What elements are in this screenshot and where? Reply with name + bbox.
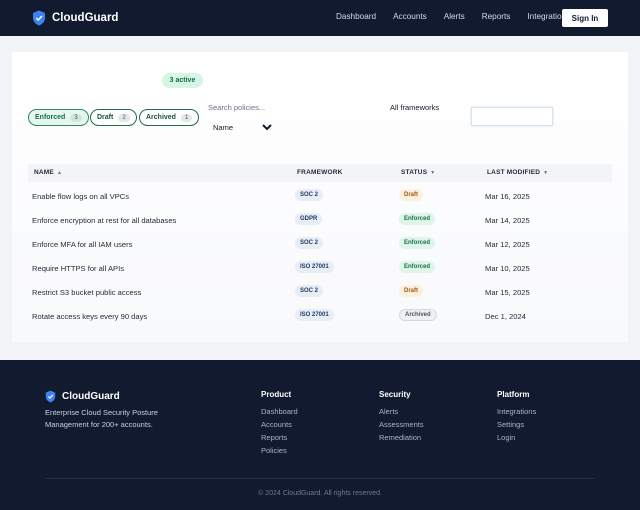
column-framework-header: FRAMEWORK [297, 169, 343, 176]
last-modified: Dec 1, 2024 [485, 312, 526, 321]
filter-draft[interactable]: Draft 2 [90, 109, 137, 126]
search-input[interactable] [208, 101, 368, 113]
shield-icon [33, 10, 45, 26]
framework-badge: SOC 2 [295, 237, 324, 249]
column-modified-label: LAST MODIFIED [487, 169, 541, 176]
footer-link-reports[interactable]: Reports [261, 433, 298, 442]
footer-link-assessments[interactable]: Assessments [379, 420, 424, 429]
status-badge: Enforced [399, 261, 436, 273]
footer-tagline: Enterprise Cloud Security Posture Manage… [45, 408, 158, 429]
table-row[interactable]: Enforce MFA for all IAM users SOC 2 Enfo… [28, 232, 612, 256]
status-badge: Draft [399, 285, 424, 297]
column-status-header[interactable]: STATUS ▼ [401, 169, 435, 176]
table-row[interactable]: Enforce encryption at rest for all datab… [28, 208, 612, 232]
active-count-badge: 3 active [162, 73, 203, 88]
footer-brand-name: CloudGuard [62, 391, 120, 402]
footer-column-title: Platform [497, 390, 530, 399]
policy-name: Rotate access keys every 90 days [32, 312, 148, 321]
policy-name: Enable flow logs on all VPCs [32, 192, 130, 201]
footer-link-dashboard[interactable]: Dashboard [261, 407, 298, 416]
last-modified: Mar 16, 2025 [485, 192, 530, 201]
sign-in-button[interactable]: Sign In [562, 9, 608, 27]
policy-name: Enforce encryption at rest for all datab… [32, 216, 177, 225]
framework-filter-label: All frameworks [390, 103, 440, 112]
sort-select[interactable]: Name [209, 121, 275, 133]
column-status-label: STATUS [401, 169, 428, 176]
filter-count: 2 [118, 113, 130, 122]
shield-icon [45, 390, 56, 403]
policy-name: Enforce MFA for all IAM users [32, 240, 133, 249]
filter-count: 3 [70, 113, 82, 122]
last-modified: Mar 10, 2025 [485, 264, 530, 273]
status-badge: Archived [399, 309, 437, 321]
framework-badge: SOC 2 [295, 285, 324, 297]
column-modified-header[interactable]: LAST MODIFIED ▼ [487, 169, 548, 176]
policy-name: Require HTTPS for all APIs [32, 264, 124, 273]
table-row[interactable]: Enable flow logs on all VPCs SOC 2 Draft… [28, 184, 612, 208]
footer-column-security: Security Alerts Assessments Remediation [379, 390, 424, 446]
nav-accounts[interactable]: Accounts [393, 12, 427, 21]
main-nav: Dashboard Accounts Alerts Reports Integr… [336, 12, 587, 21]
filter-count: 1 [180, 113, 193, 122]
column-name-header[interactable]: NAME ▲ [34, 169, 62, 176]
framework-badge: GDPR [295, 213, 323, 225]
framework-badge: ISO 27001 [295, 261, 334, 273]
brand-logo[interactable]: CloudGuard [32, 10, 118, 26]
policy-name: Restrict S3 bucket public access [32, 288, 142, 297]
footer-link-settings[interactable]: Settings [497, 420, 536, 429]
footer-link-accounts[interactable]: Accounts [261, 420, 298, 429]
footer-link-policies[interactable]: Policies [261, 446, 298, 455]
filter-icon: ▼ [430, 170, 436, 176]
footer-brand[interactable]: CloudGuard [45, 390, 120, 403]
footer-link-remediation[interactable]: Remediation [379, 433, 424, 442]
filter-enforced[interactable]: Enforced 3 [28, 109, 89, 126]
filter-label: Archived [146, 114, 176, 121]
copyright: © 2024 CloudGuard. All rights reserved. [258, 490, 382, 497]
nav-dashboard[interactable]: Dashboard [336, 12, 376, 21]
nav-reports[interactable]: Reports [482, 12, 511, 21]
filter-archived[interactable]: Archived 1 [139, 109, 200, 126]
footer-column-platform: Platform Integrations Settings Login [497, 390, 536, 446]
footer-column-title: Security [379, 390, 411, 399]
column-framework-label: FRAMEWORK [297, 169, 343, 176]
framework-badge: ISO 27001 [295, 309, 334, 321]
table-header: NAME ▲ FRAMEWORK STATUS ▼ LAST MODIFIED ▼ [28, 164, 612, 182]
filter-icon: ▼ [543, 170, 549, 176]
sort-asc-icon: ▲ [56, 170, 63, 176]
filter-label: Enforced [35, 114, 66, 121]
table-row[interactable]: Restrict S3 bucket public access SOC 2 D… [28, 280, 612, 304]
status-badge: Enforced [399, 237, 436, 249]
footer [0, 360, 640, 510]
last-modified: Mar 12, 2025 [485, 240, 530, 249]
nav-alerts[interactable]: Alerts [444, 12, 465, 21]
filter-label: Draft [97, 114, 114, 121]
footer-link-integrations[interactable]: Integrations [497, 407, 536, 416]
column-name-label: NAME [34, 169, 54, 176]
table-row[interactable]: Require HTTPS for all APIs ISO 27001 Enf… [28, 256, 612, 280]
last-modified: Mar 15, 2025 [485, 288, 530, 297]
footer-link-alerts[interactable]: Alerts [379, 407, 424, 416]
last-modified: Mar 14, 2025 [485, 216, 530, 225]
footer-column-product: Product Dashboard Accounts Reports Polic… [261, 390, 298, 459]
status-badge: Enforced [399, 213, 436, 225]
footer-divider [45, 478, 595, 479]
brand-name: CloudGuard [52, 12, 119, 24]
footer-column-title: Product [261, 390, 292, 399]
footer-link-login[interactable]: Login [497, 433, 536, 442]
table-row[interactable]: Rotate access keys every 90 days ISO 270… [28, 304, 612, 328]
status-badge: Draft [399, 189, 424, 201]
framework-badge: SOC 2 [295, 189, 324, 201]
framework-select[interactable] [471, 107, 553, 126]
